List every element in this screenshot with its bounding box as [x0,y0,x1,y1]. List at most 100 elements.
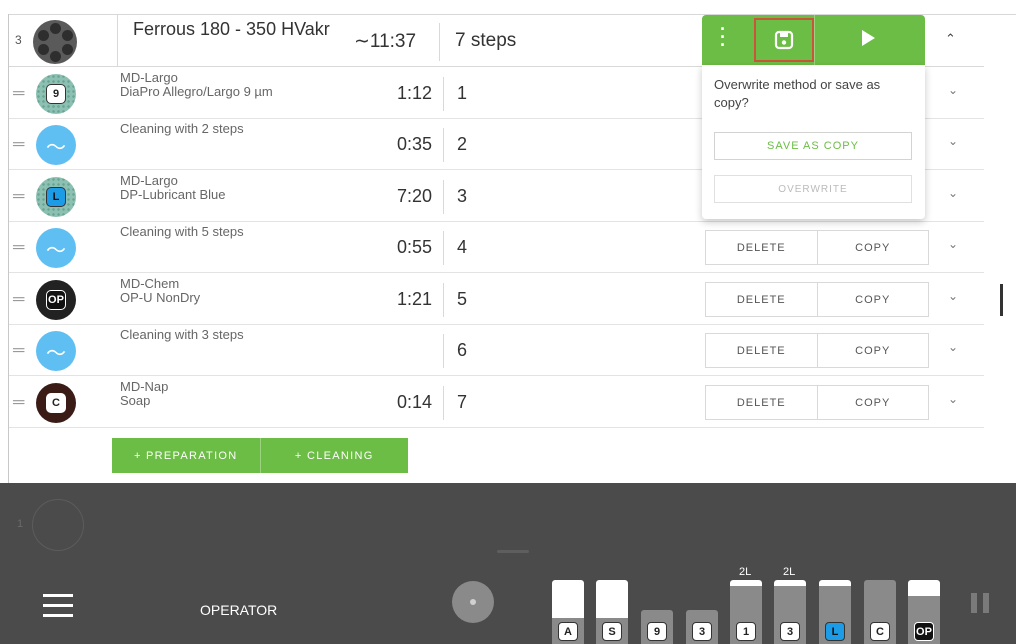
step-actions: DELETE COPY [705,282,929,317]
disc-l-icon: L [36,177,76,217]
step-row[interactable]: ═ OP MD-Chem OP-U NonDry 1:21 5 DELETE C… [9,273,984,325]
drag-handle[interactable] [497,550,529,553]
drag-handle-icon[interactable]: ═ [13,188,24,206]
delete-step-button[interactable]: DELETE [706,334,817,367]
drag-handle-icon[interactable]: ═ [13,291,24,309]
step-detail: DiaPro Allegro/Largo 9 µm [120,84,273,99]
step-row[interactable]: ═ 〜 Cleaning with 5 steps 0:55 4 DELETE … [9,221,984,273]
step-detail: DP-Lubricant Blue [120,187,226,202]
step-row[interactable]: ═ 〜 Cleaning with 3 steps 6 DELETE COPY … [9,324,984,376]
step-name: MD-Largo [120,70,178,85]
step-actions: DELETE COPY [705,333,929,368]
consumable-bottle[interactable]: 3 [686,610,718,644]
expand-chevron-icon[interactable]: ⌄ [948,83,958,97]
divider [443,334,444,368]
bottle-fill-level [908,580,940,596]
step-badge: C [46,393,66,413]
consumable-bottle[interactable]: A [552,580,584,644]
copy-step-button[interactable]: COPY [816,283,929,316]
bottle-fill-level [774,580,806,586]
step-number: 3 [457,186,468,206]
delete-step-button[interactable]: DELETE [706,283,817,316]
bottle-label: 3 [780,622,800,641]
consumable-bottle[interactable]: 1 [730,580,762,644]
play-icon[interactable] [862,30,875,46]
drag-handle-icon[interactable]: ═ [13,394,24,412]
divider [443,386,444,420]
overwrite-button[interactable]: OVERWRITE [714,175,912,203]
bottle-size-label: 2L [783,566,796,578]
step-row[interactable]: ═ C MD-Nap Soap 0:14 7 DELETE COPY ⌄ [9,376,984,428]
method-index: 3 [15,33,22,47]
step-detail: OP-U NonDry [120,290,201,305]
collapse-chevron-icon[interactable]: ⌃ [945,31,956,47]
step-name: MD-Chem [120,276,180,291]
bottle-fill-level [552,580,584,618]
specimen-holder-icon [33,20,77,64]
consumable-bottle[interactable]: 9 [641,610,673,644]
expand-chevron-icon[interactable]: ⌄ [948,237,958,251]
step-duration: 1:12 [396,83,432,103]
copy-step-button[interactable]: COPY [816,231,929,264]
step-name: MD-Nap [120,379,169,394]
step-badge: 9 [46,84,66,104]
step-duration: 0:35 [396,134,432,154]
method-step-count: 7 steps [455,30,517,51]
step-number: 4 [457,237,468,257]
cleaning-wave-icon: 〜 [36,331,76,371]
save-icon [774,30,794,50]
scroll-indicator[interactable] [1000,284,1003,316]
pause-icon[interactable] [971,593,991,613]
add-cleaning-button[interactable]: + CLEANING [259,438,409,473]
consumable-bottle[interactable]: S [596,580,628,644]
drag-handle-icon[interactable]: ═ [13,342,24,360]
disc-c-icon: C [36,383,76,423]
expand-chevron-icon[interactable]: ⌄ [948,134,958,148]
bottle-label: 3 [692,622,712,641]
consumable-bottle[interactable]: OP [908,580,940,644]
step-duration: 7:20 [396,186,432,206]
save-button[interactable] [754,18,814,62]
drag-handle-icon[interactable]: ═ [13,136,24,154]
menu-icon[interactable] [43,594,73,624]
delete-step-button[interactable]: DELETE [706,386,817,419]
holder-position-icon[interactable] [452,581,494,623]
add-preparation-button[interactable]: + PREPARATION [112,438,260,473]
divider [814,15,815,65]
consumable-bottle[interactable]: 3 [774,580,806,644]
ghost-index: 1 [17,518,24,530]
copy-step-button[interactable]: COPY [816,386,929,419]
save-as-copy-button[interactable]: SAVE AS COPY [714,132,912,160]
bottle-label: L [825,622,845,641]
divider [439,23,440,61]
drag-handle-icon[interactable]: ═ [13,85,24,103]
step-name: Cleaning with 2 steps [120,121,244,136]
expand-chevron-icon[interactable]: ⌄ [948,186,958,200]
delete-step-button[interactable]: DELETE [706,231,817,264]
bottle-label: 9 [647,622,667,641]
copy-step-button[interactable]: COPY [816,334,929,367]
divider [117,15,118,67]
more-options-icon[interactable]: · · · [720,20,726,54]
drag-handle-icon[interactable]: ═ [13,239,24,257]
expand-chevron-icon[interactable]: ⌄ [948,392,958,406]
consumable-bottle[interactable]: C [864,580,896,644]
divider [443,231,444,265]
step-name: Cleaning with 5 steps [120,224,244,239]
add-step-bar: + PREPARATION + CLEANING [112,438,408,473]
step-number: 1 [457,83,468,103]
step-duration: 0:14 [396,392,432,412]
divider [443,283,444,317]
save-popup-message: Overwrite method or save as copy? [714,77,881,110]
cleaning-wave-icon: 〜 [36,125,76,165]
bottle-label: C [870,622,890,641]
expand-chevron-icon[interactable]: ⌄ [948,340,958,354]
machine-status-panel: 1 OPERATOR A S 9 3 1 2L 3 2L L C OP [0,483,1016,644]
expand-chevron-icon[interactable]: ⌄ [948,289,958,303]
step-actions: DELETE COPY [705,230,929,265]
bottle-size-label: 2L [739,566,752,578]
step-detail: Soap [120,393,151,408]
divider [443,77,444,111]
consumable-bottle[interactable]: L [819,580,851,644]
user-role-label[interactable]: OPERATOR [200,602,277,618]
